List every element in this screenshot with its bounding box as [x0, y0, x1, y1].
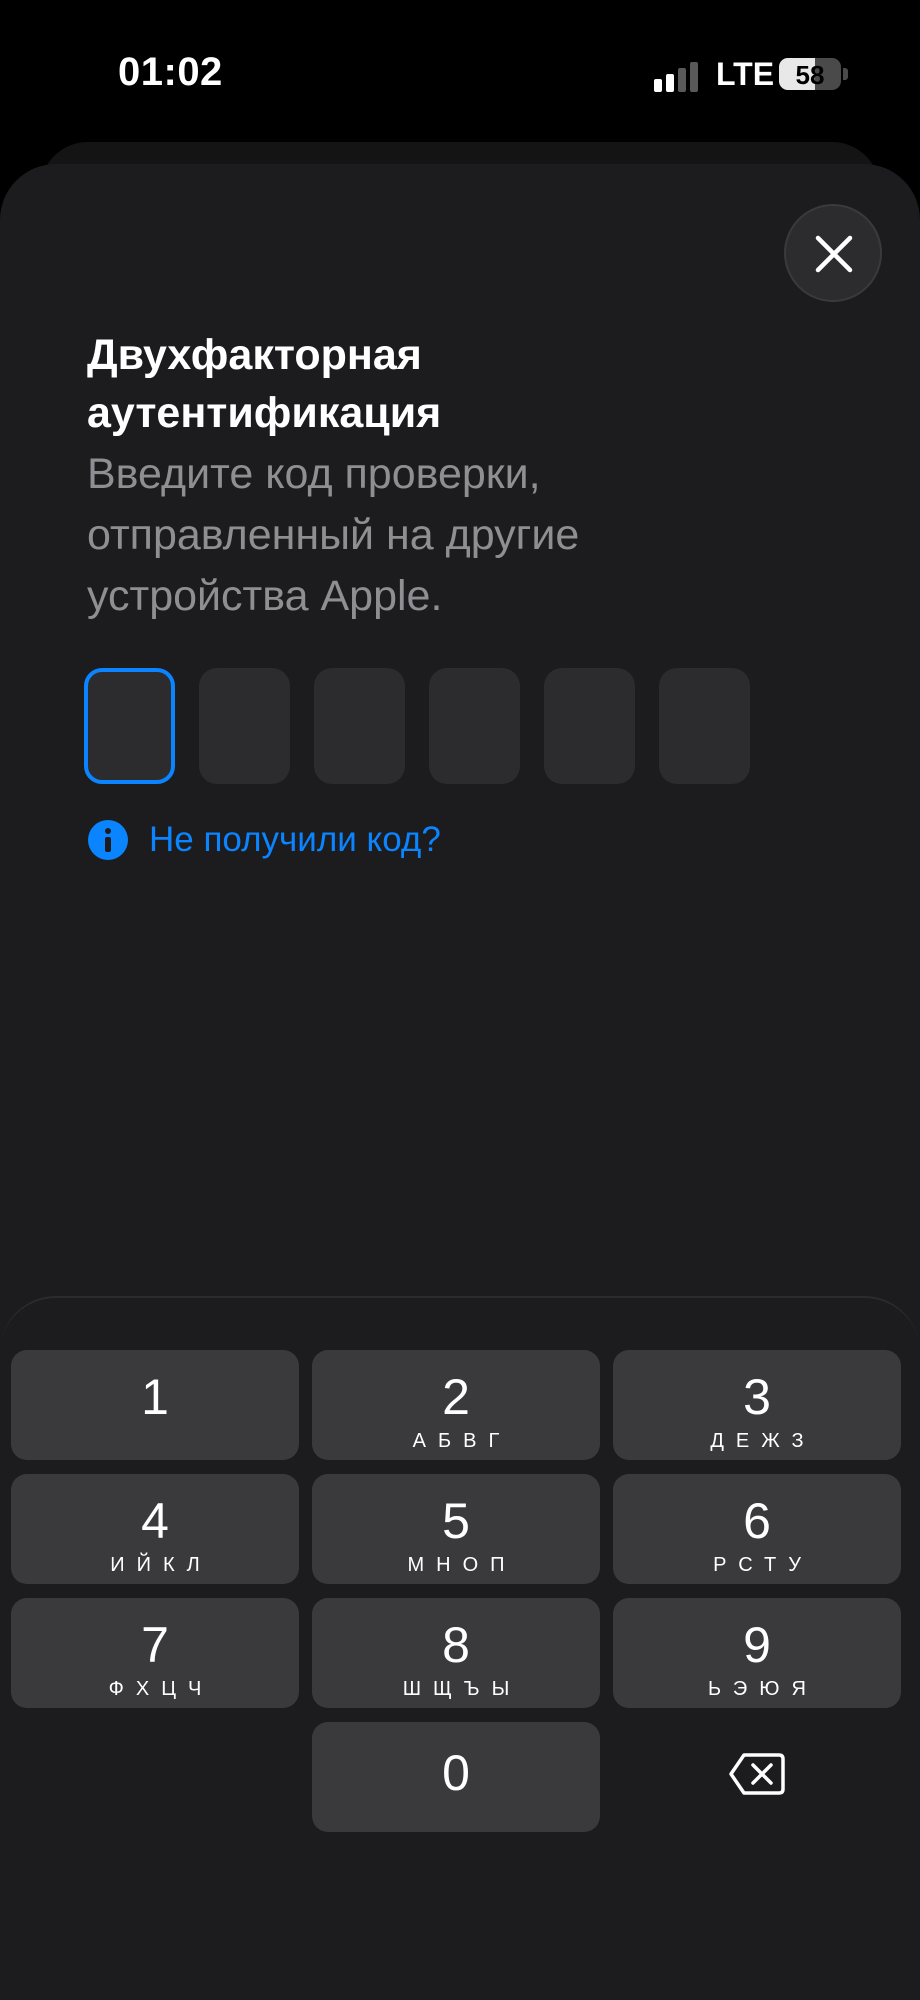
- key-digit: 2: [442, 1369, 470, 1425]
- key-letters: ДЕЖЗ: [710, 1430, 816, 1452]
- key-letters: ИЙКЛ: [110, 1554, 212, 1576]
- key-digit: 4: [141, 1493, 169, 1549]
- key-digit: 5: [442, 1493, 470, 1549]
- key-letters: ЬЭЮЯ: [708, 1678, 818, 1700]
- key-9[interactable]: 9 ЬЭЮЯ: [613, 1598, 901, 1708]
- key-0[interactable]: 0: [312, 1722, 600, 1832]
- signal-icon: [654, 60, 702, 92]
- close-button[interactable]: [784, 204, 882, 302]
- status-bar: 01:02 LTE 58: [0, 0, 920, 140]
- key-3[interactable]: 3 ДЕЖЗ: [613, 1350, 901, 1460]
- battery-level: 58: [795, 60, 825, 90]
- key-1[interactable]: 1: [11, 1350, 299, 1460]
- key-digit: 0: [442, 1745, 470, 1801]
- backspace-button[interactable]: [728, 1752, 786, 1796]
- code-digit-box[interactable]: [544, 668, 635, 784]
- code-digit-box[interactable]: [84, 668, 175, 784]
- key-letters: РСТУ: [713, 1554, 813, 1576]
- key-letters: МНОП: [407, 1554, 517, 1576]
- key-letters: ФХЦЧ: [108, 1678, 214, 1700]
- dialog-subtitle: Введите код проверки, отправленный на др…: [87, 450, 580, 620]
- key-digit: 7: [141, 1617, 169, 1673]
- code-digit-box[interactable]: [659, 668, 750, 784]
- key-8[interactable]: 8 ШЩЪЫ: [312, 1598, 600, 1708]
- no-code-link-label: Не получили код?: [149, 820, 441, 859]
- key-letters: АБВГ: [412, 1430, 512, 1452]
- key-digit: 3: [743, 1369, 771, 1425]
- key-7[interactable]: 7 ФХЦЧ: [11, 1598, 299, 1708]
- status-time: 01:02: [118, 50, 223, 94]
- network-type: LTE: [716, 56, 775, 92]
- key-6[interactable]: 6 РСТУ: [613, 1474, 901, 1584]
- key-2[interactable]: 2 АБВГ: [312, 1350, 600, 1460]
- code-digit-box[interactable]: [314, 668, 405, 784]
- info-icon: [88, 820, 128, 860]
- battery-icon: 58: [779, 58, 841, 90]
- dialog-title: Двухфакторная аутентификация: [87, 331, 442, 437]
- key-digit: 6: [743, 1493, 771, 1549]
- key-4[interactable]: 4 ИЙКЛ: [11, 1474, 299, 1584]
- key-digit: 9: [743, 1617, 771, 1673]
- code-digit-box[interactable]: [429, 668, 520, 784]
- close-icon: [815, 235, 853, 273]
- key-5[interactable]: 5 МНОП: [312, 1474, 600, 1584]
- backspace-icon: [729, 1753, 785, 1795]
- key-letters: ШЩЪЫ: [402, 1678, 522, 1700]
- battery-tip: [843, 68, 848, 80]
- code-digit-box[interactable]: [199, 668, 290, 784]
- key-digit: 1: [141, 1369, 169, 1425]
- no-code-link[interactable]: Не получили код?: [88, 818, 441, 862]
- key-digit: 8: [442, 1617, 470, 1673]
